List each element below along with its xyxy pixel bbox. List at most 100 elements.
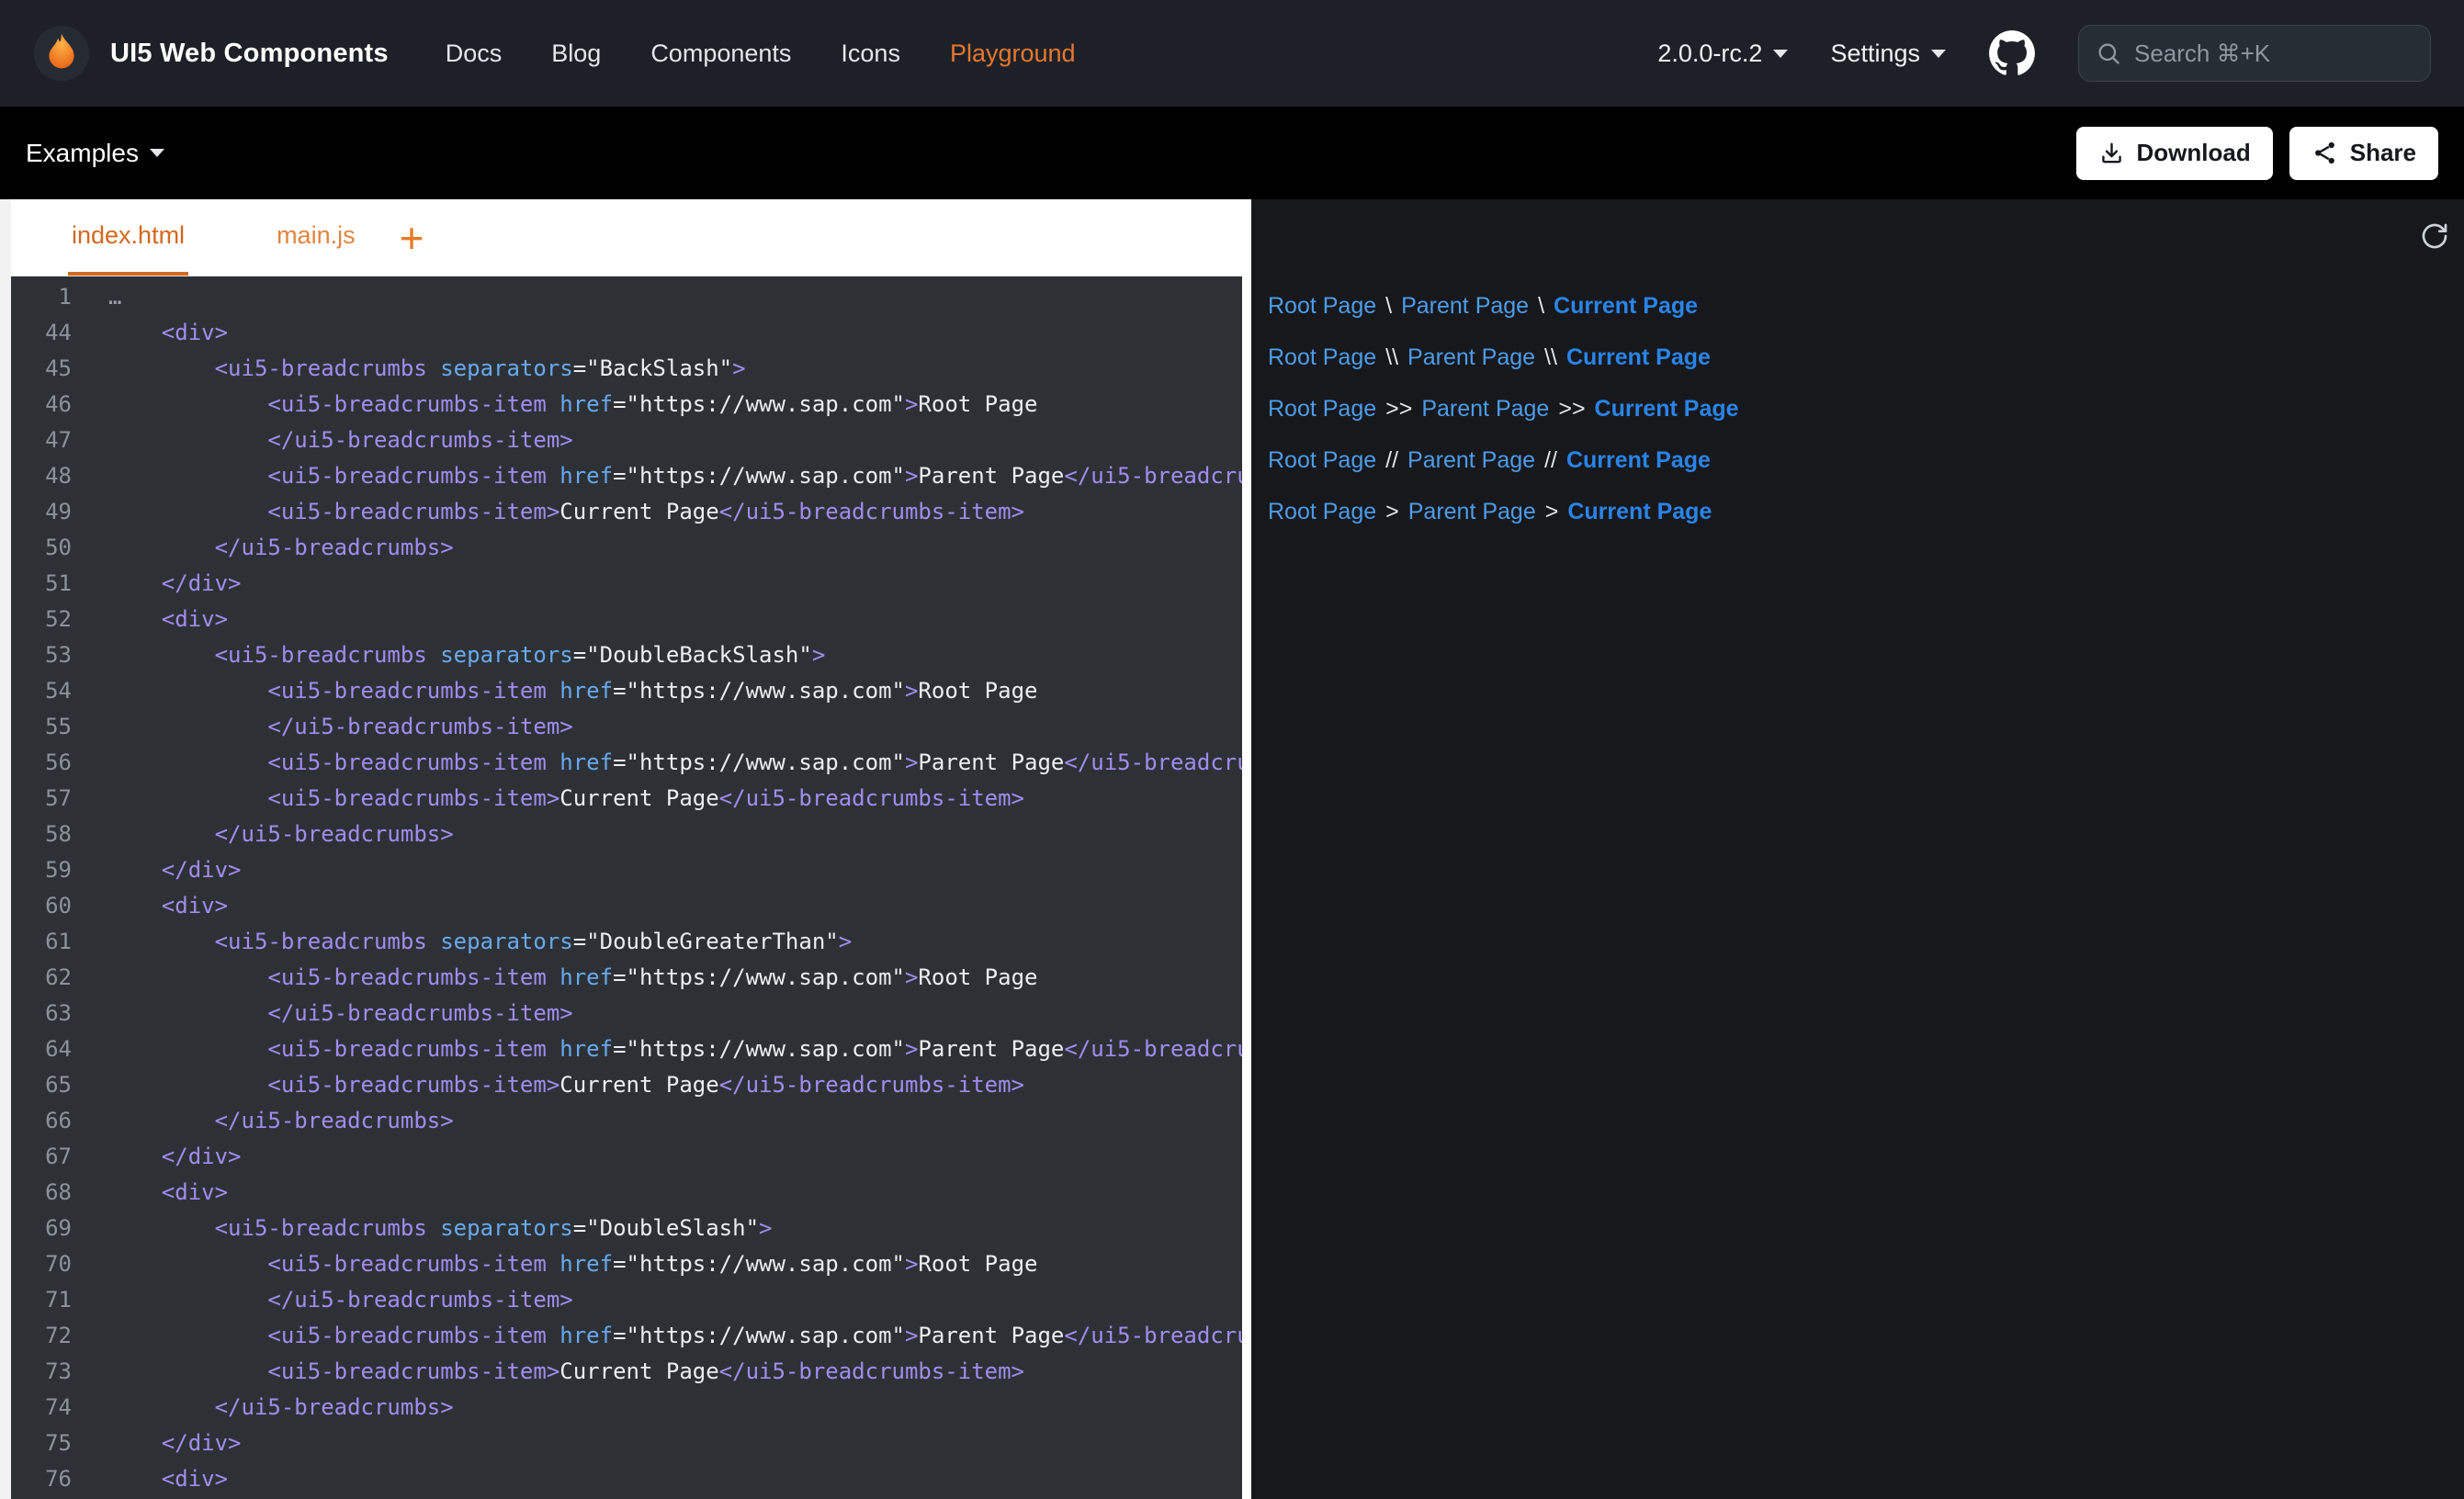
line-number: 53 [11, 637, 72, 673]
version-dropdown[interactable]: 2.0.0-rc.2 [1657, 39, 1788, 68]
tab-main.js[interactable]: main.js [273, 199, 359, 276]
line-content: <ui5-breadcrumbs-item href="https://www.… [72, 1318, 1242, 1354]
line-number: 71 [11, 1282, 72, 1318]
download-icon [2098, 140, 2125, 166]
line-number: 60 [11, 888, 72, 924]
ui5-logo-icon[interactable] [33, 25, 90, 82]
code-area[interactable]: 1…44 <div>45 <ui5-breadcrumbs separators… [11, 276, 1242, 1499]
code-line: 51 </div> [11, 566, 1242, 602]
line-content: <div> [72, 1461, 228, 1497]
breadcrumb-current-page: Current Page [1567, 499, 1712, 525]
nav-link-playground[interactable]: Playground [950, 39, 1076, 68]
code-line: 47 </ui5-breadcrumbs-item> [11, 423, 1242, 458]
nav-link-icons[interactable]: Icons [841, 39, 900, 68]
breadcrumb: Root Page>Parent Page>Current Page [1268, 486, 2464, 537]
code-line: 74 </ui5-breadcrumbs> [11, 1390, 1242, 1426]
line-content: </div> [72, 1139, 242, 1175]
line-number: 72 [11, 1318, 72, 1354]
line-number: 59 [11, 852, 72, 888]
breadcrumb-current-page: Current Page [1566, 447, 1711, 474]
breadcrumb-link[interactable]: Parent Page [1407, 447, 1535, 474]
line-content: </div> [72, 852, 242, 888]
line-number: 52 [11, 602, 72, 637]
breadcrumb-separator: >> [1385, 396, 1412, 423]
code-line: 66 </ui5-breadcrumbs> [11, 1103, 1242, 1139]
breadcrumb-link[interactable]: Root Page [1268, 396, 1376, 423]
breadcrumb-link[interactable]: Parent Page [1401, 293, 1529, 320]
splitter-handle[interactable] [1242, 199, 1251, 1499]
line-number: 58 [11, 817, 72, 852]
breadcrumb-link[interactable]: Root Page [1268, 293, 1376, 320]
line-number: 1 [11, 279, 72, 315]
line-content: <ui5-breadcrumbs-item href="https://www.… [72, 1031, 1242, 1067]
code-line: 52 <div> [11, 602, 1242, 637]
breadcrumb-separator: \ [1385, 293, 1392, 320]
breadcrumb-separator: >> [1558, 396, 1585, 423]
line-content: </ui5-breadcrumbs-item> [72, 423, 573, 458]
line-number: 47 [11, 423, 72, 458]
breadcrumb-link[interactable]: Parent Page [1408, 499, 1536, 525]
nav-link-components[interactable]: Components [650, 39, 791, 68]
code-line: 61 <ui5-breadcrumbs separators="DoubleGr… [11, 924, 1242, 960]
nav-link-docs[interactable]: Docs [446, 39, 503, 68]
chevron-down-icon [1931, 50, 1946, 58]
code-line: 67 </div> [11, 1139, 1242, 1175]
line-content: <ui5-breadcrumbs separators="DoubleSlash… [72, 1211, 772, 1246]
line-number: 62 [11, 960, 72, 996]
breadcrumb-link[interactable]: Root Page [1268, 447, 1376, 474]
chevron-down-icon [1773, 50, 1788, 58]
settings-label: Settings [1830, 39, 1920, 68]
code-line: 56 <ui5-breadcrumbs-item href="https://w… [11, 745, 1242, 781]
breadcrumb-separator: > [1385, 499, 1399, 525]
line-number: 49 [11, 494, 72, 530]
github-icon[interactable] [1988, 29, 2036, 77]
settings-dropdown[interactable]: Settings [1830, 39, 1946, 68]
line-content: <ui5-breadcrumbs-item>Current Page</ui5-… [72, 494, 1024, 530]
line-number: 45 [11, 351, 72, 387]
breadcrumb-link[interactable]: Root Page [1268, 499, 1376, 525]
line-number: 73 [11, 1354, 72, 1390]
line-number: 44 [11, 315, 72, 351]
top-navbar: UI5 Web Components DocsBlogComponentsIco… [0, 0, 2464, 107]
examples-label: Examples [26, 139, 139, 168]
download-button[interactable]: Download [2076, 127, 2273, 180]
code-line: 59 </div> [11, 852, 1242, 888]
refresh-icon [2420, 221, 2449, 251]
editor-tabbar: index.html main.js + [11, 199, 1242, 276]
breadcrumb-link[interactable]: Root Page [1268, 344, 1376, 371]
breadcrumb-separator: // [1385, 447, 1398, 474]
nav-link-blog[interactable]: Blog [551, 39, 601, 68]
line-content: <ui5-breadcrumbs-item href="https://www.… [72, 387, 1037, 423]
code-line: 54 <ui5-breadcrumbs-item href="https://w… [11, 673, 1242, 709]
code-line: 65 <ui5-breadcrumbs-item>Current Page</u… [11, 1067, 1242, 1103]
line-number: 66 [11, 1103, 72, 1139]
editor-tabs: index.html main.js [68, 199, 359, 276]
line-content: <ui5-breadcrumbs-item href="https://www.… [72, 673, 1037, 709]
breadcrumb-link[interactable]: Parent Page [1421, 396, 1549, 423]
code-line: 68 <div> [11, 1175, 1242, 1211]
add-tab-button[interactable]: + [392, 217, 432, 259]
line-number: 63 [11, 996, 72, 1031]
share-button[interactable]: Share [2289, 127, 2438, 180]
refresh-button[interactable] [2420, 221, 2449, 254]
examples-dropdown[interactable]: Examples [26, 139, 164, 168]
editor-left-edge [0, 199, 11, 1499]
line-number: 65 [11, 1067, 72, 1103]
breadcrumb: Root Page\\Parent Page\\Current Page [1268, 332, 2464, 383]
search-input[interactable]: Search ⌘+K [2078, 25, 2431, 82]
line-content: </ui5-breadcrumbs> [72, 1103, 454, 1139]
line-content: <ui5-breadcrumbs-item>Current Page</ui5-… [72, 1067, 1024, 1103]
tab-index.html[interactable]: index.html [68, 199, 188, 276]
breadcrumb-current-page: Current Page [1595, 396, 1739, 423]
share-icon [2311, 140, 2338, 166]
code-line: 60 <div> [11, 888, 1242, 924]
line-content: <ui5-breadcrumbs-item>Current Page</ui5-… [72, 781, 1024, 817]
line-number: 70 [11, 1246, 72, 1282]
code-line: 45 <ui5-breadcrumbs separators="BackSlas… [11, 351, 1242, 387]
playground-main: index.html main.js + 1…44 <div>45 <ui5-br… [0, 199, 2464, 1499]
line-content: <div> [72, 315, 228, 351]
search-placeholder: Search ⌘+K [2134, 39, 2270, 68]
download-label: Download [2137, 139, 2251, 167]
code-line: 70 <ui5-breadcrumbs-item href="https://w… [11, 1246, 1242, 1282]
breadcrumb-link[interactable]: Parent Page [1407, 344, 1535, 371]
